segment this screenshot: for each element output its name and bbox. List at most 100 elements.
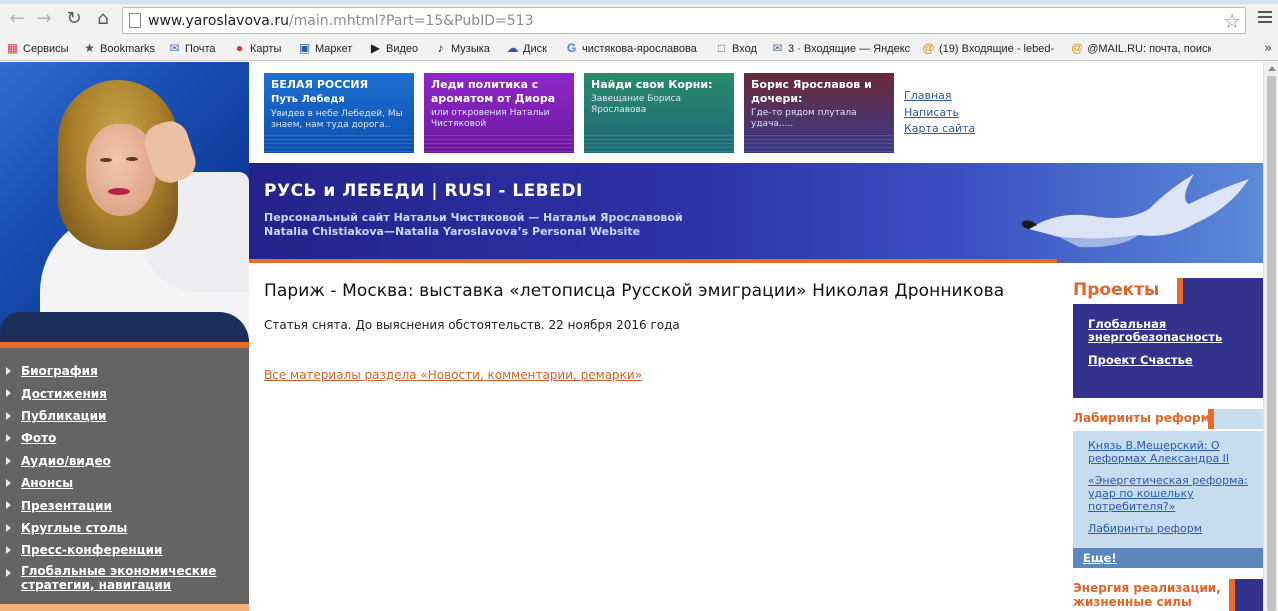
mail-icon: ✉ (772, 41, 783, 55)
page-viewport: Биография Достижения Публикации Фото Ауд… (0, 62, 1278, 611)
labyrinth-link-reforms[interactable]: Лабиринты реформ (1088, 522, 1255, 535)
left-bottom-divider (0, 604, 249, 611)
nav-item-audio-video[interactable]: Аудио/видео (0, 450, 249, 472)
nav-link-audio-video[interactable]: Аудио/видео (21, 454, 111, 468)
hero-banner: РУСЬ и ЛЕБЕДИ | RUSI - LEBEDI Персональн… (249, 163, 1263, 263)
bullet-icon (6, 568, 11, 577)
nav-link-biography[interactable]: Биография (21, 364, 98, 378)
back-icon[interactable]: ← (6, 8, 28, 30)
project-link-energy-security[interactable]: Глобальная энергобезопасность (1088, 318, 1253, 344)
article-note: Статья снята. До выяснения обстоятельств… (264, 318, 680, 332)
top-links: Главная Написать Карта сайта (904, 88, 975, 138)
nav-item-global-strategies[interactable]: Глобальные экономические стратегии, нави… (0, 562, 249, 594)
map-pin-icon: ● (235, 41, 244, 55)
url-path: /main.mhtml?Part=15&PubID=513 (288, 13, 534, 29)
projects-title: Проекты (1073, 278, 1164, 304)
cart-icon: ▣ (298, 41, 311, 55)
scroll-thumb[interactable] (1267, 76, 1276, 611)
scroll-up-icon[interactable] (1268, 66, 1276, 71)
nav-item-achievements[interactable]: Достижения (0, 382, 249, 404)
labyrinth-link-meshchersky[interactable]: Князь В.Мещерский: О реформах Александра… (1088, 439, 1255, 465)
nav-item-round-tables[interactable]: Круглые столы (0, 517, 249, 539)
photo-divider (0, 342, 249, 348)
bookmark-search[interactable]: Gчистякова-ярославова (565, 40, 697, 57)
page-icon (129, 13, 141, 28)
bookmark-bookmarks[interactable]: ★ Bookmarks (83, 40, 155, 57)
tile-text: Завещание Бориса Ярославова (591, 94, 681, 115)
disk-icon: ☁ (506, 41, 519, 55)
bookmark-video[interactable]: ▶ Видео (369, 40, 418, 57)
bullet-icon (6, 456, 11, 465)
mail-icon: ✉ (169, 41, 180, 55)
tile-find-roots[interactable]: Найди свои Корни: Завещание Бориса Яросл… (584, 73, 734, 153)
tile-white-russia[interactable]: БЕЛАЯ РОССИЯ Путь Лебедя Увидев в небе Ле… (264, 73, 414, 153)
bookmark-mailru[interactable]: @ @MAIL.RU: почта, поиск (1071, 40, 1211, 57)
article: Париж - Москва: выставка «летописца Русс… (264, 281, 1054, 383)
nav-link-global-strategies[interactable]: Глобальные экономические стратегии, нави… (21, 564, 249, 592)
site-subtitle-ru: Персональный сайт Натальи Чистяковой — Н… (264, 211, 683, 224)
labyrinths-box: Князь В.Мещерский: О реформах Александра… (1073, 431, 1263, 548)
author-photo (0, 62, 249, 342)
nav-link-presentations[interactable]: Презентации (21, 499, 112, 513)
project-link-happiness[interactable]: Проект Счастье (1088, 354, 1253, 367)
vertical-scrollbar[interactable] (1263, 62, 1278, 611)
google-icon: G (566, 41, 577, 55)
nav-item-presentations[interactable]: Презентации (0, 494, 249, 516)
nav-item-announcements[interactable]: Анонсы (0, 472, 249, 494)
more-button[interactable]: Еще! (1073, 548, 1263, 568)
right-sidebar: Проекты Глобальная энергобезопасность Пр… (1073, 278, 1263, 611)
at-icon: @ (1071, 41, 1084, 55)
bookmark-yandex-inbox[interactable]: ✉ 3 · Входящие — Яндекс (771, 40, 916, 57)
bookmarks-more-icon[interactable]: » (1264, 41, 1272, 56)
bullet-icon (6, 389, 11, 398)
forward-icon[interactable]: → (33, 8, 55, 30)
bullet-icon (6, 478, 11, 487)
nav-link-photo[interactable]: Фото (21, 431, 56, 445)
bookmark-disk[interactable]: ☁ Диск (506, 40, 547, 57)
music-icon: ♪ (437, 41, 444, 55)
link-sitemap[interactable]: Карта сайта (904, 121, 975, 138)
article-title: Париж - Москва: выставка «летописца Русс… (264, 281, 1005, 301)
bullet-icon (6, 501, 11, 510)
tile-title: БЕЛАЯ РОССИЯ Путь Лебедя (271, 78, 369, 105)
nav-item-photo[interactable]: Фото (0, 427, 249, 449)
nav-link-announcements[interactable]: Анонсы (21, 476, 73, 490)
tile-title: Леди политика с ароматом от Диора (431, 78, 556, 105)
menu-icon[interactable] (1258, 11, 1272, 25)
bookmark-lebed-inbox[interactable]: @ (19) Входящие - lebed- (922, 40, 1062, 57)
link-home[interactable]: Главная (904, 88, 975, 105)
page-icon: □ (717, 41, 726, 55)
bookmark-market[interactable]: ▣ Маркет (298, 40, 352, 57)
left-column: Биография Достижения Публикации Фото Ауд… (0, 62, 249, 611)
bookmark-music[interactable]: ♪ Музыка (434, 40, 490, 57)
site-subtitle-en: Natalia Chistiakova—Natalia Yaroslavova’… (264, 225, 641, 238)
nav-item-publications[interactable]: Публикации (0, 405, 249, 427)
nav-link-press-conferences[interactable]: Пресс-конференции (21, 543, 162, 557)
nav-item-press-conferences[interactable]: Пресс-конференции (0, 539, 249, 561)
bookmark-mail[interactable]: ✉ Почта (168, 40, 215, 57)
bullet-icon (6, 523, 11, 532)
energy-header: Энергия реализации, жизненные силы (1073, 579, 1263, 611)
reload-icon[interactable]: ↻ (63, 8, 85, 30)
bookmarks-bar: ▦ Сервисы ★ Bookmarks ✉ Почта ● Карты ▣ Марке… (0, 36, 1278, 61)
tile-boris-daughters[interactable]: Борис Ярославов и дочери: Где-то рядом п… (744, 73, 894, 153)
nav-link-publications[interactable]: Публикации (21, 409, 106, 423)
labyrinth-link-energy-reform[interactable]: «Энергетическая реформа: удар по кошельк… (1088, 474, 1255, 513)
hero-divider (249, 259, 1057, 263)
labyrinths-header: Лабиринты реформ (1073, 409, 1263, 431)
bullet-icon (6, 411, 11, 420)
home-icon[interactable]: ⌂ (92, 8, 114, 30)
nav-link-achievements[interactable]: Достижения (21, 387, 107, 401)
nav-link-round-tables[interactable]: Круглые столы (21, 521, 127, 535)
bullet-icon (6, 546, 11, 555)
browser-toolbar: ← → ↻ ⌂ www.yaroslavova.ru/main.mhtml?Pa… (0, 4, 1278, 36)
section-materials-link[interactable]: Все материалы раздела «Новости, коммента… (264, 368, 642, 382)
bookmark-star-icon[interactable]: ☆ (1223, 9, 1241, 33)
bookmark-login[interactable]: □ Вход (715, 40, 757, 57)
bookmark-maps[interactable]: ● Карты (233, 40, 281, 57)
tile-lady-politics[interactable]: Леди политика с ароматом от Диора или от… (424, 73, 574, 153)
link-write[interactable]: Написать (904, 105, 975, 122)
bookmark-services[interactable]: ▦ Сервисы (6, 40, 69, 57)
nav-item-biography[interactable]: Биография (0, 360, 249, 382)
address-bar[interactable]: www.yaroslavova.ru/main.mhtml?Part=15&Pu… (122, 7, 1246, 34)
